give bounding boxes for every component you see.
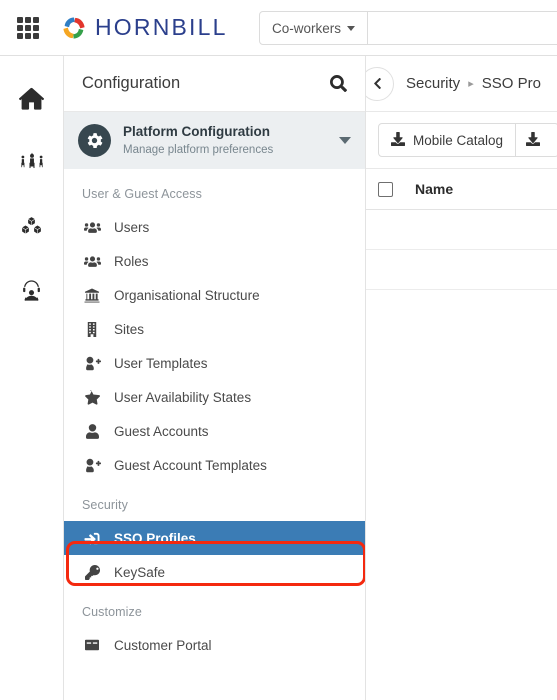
- left-nav-rail: [0, 56, 64, 700]
- column-header-name: Name: [415, 181, 454, 197]
- table-row[interactable]: [366, 250, 557, 290]
- mobile-catalog-label: Mobile Catalog: [413, 132, 504, 148]
- grid-icon: [17, 16, 39, 39]
- platform-configuration-text: Platform Configuration Manage platform p…: [123, 124, 327, 157]
- user-icon: [82, 423, 102, 439]
- breadcrumb-bar: Security ▸ SSO Pro: [366, 56, 557, 112]
- users-group-icon: [82, 254, 102, 269]
- breadcrumb-separator: ▸: [468, 78, 474, 90]
- gear-icon: [78, 124, 111, 157]
- sidebar-item-label: SSO Profiles: [114, 530, 196, 546]
- rail-item-collaboration[interactable]: [9, 142, 55, 188]
- menu-section-user-guest-access: User & Guest Access: [82, 187, 202, 201]
- user-plus-icon: [82, 356, 102, 371]
- brand[interactable]: HORNBILL: [56, 14, 228, 41]
- sidebar-item-users[interactable]: Users: [64, 210, 365, 244]
- global-search-input[interactable]: [368, 12, 557, 44]
- table-header-row: Name: [366, 168, 557, 210]
- menu-section-security: Security: [82, 498, 128, 512]
- sidebar-item-label: KeySafe: [114, 564, 166, 580]
- content-toolbar: Mobile Catalog: [366, 112, 557, 168]
- rail-item-service-manager[interactable]: [9, 206, 55, 252]
- sign-in-icon: [82, 531, 102, 546]
- platform-configuration-title: Platform Configuration: [123, 123, 270, 139]
- download-button-group: Mobile Catalog: [378, 123, 557, 157]
- users-group-icon: [82, 220, 102, 235]
- configuration-header: Configuration: [64, 56, 365, 112]
- main-content: Security ▸ SSO Pro Mobile Catalog Name: [366, 56, 557, 700]
- platform-configuration-subtitle: Manage platform preferences: [123, 143, 274, 156]
- sidebar-item-keysafe[interactable]: KeySafe: [64, 555, 365, 589]
- back-button[interactable]: [366, 66, 394, 101]
- sidebar-item-sso-profiles[interactable]: SSO Profiles: [64, 521, 365, 555]
- sidebar-item-sites[interactable]: Sites: [64, 312, 365, 346]
- breadcrumb-item-security[interactable]: Security: [406, 75, 460, 92]
- sidebar-item-label: Sites: [114, 321, 145, 337]
- window-icon: [82, 638, 102, 652]
- rail-item-home[interactable]: [9, 78, 55, 124]
- menu-section-customize: Customize: [82, 605, 142, 619]
- breadcrumb: Security ▸ SSO Pro: [406, 75, 541, 92]
- people-group-icon: [19, 150, 45, 181]
- chevron-down-icon: [347, 25, 356, 31]
- sidebar-item-label: Guest Accounts: [114, 423, 209, 439]
- hornbill-swirl-logo: [61, 15, 87, 41]
- download-icon: [526, 131, 541, 149]
- top-bar: HORNBILL Co-workers: [0, 0, 557, 56]
- sidebar-item-customer-portal[interactable]: Customer Portal: [64, 628, 365, 662]
- sidebar-item-guest-accounts[interactable]: Guest Accounts: [64, 414, 365, 448]
- page-title: Configuration: [82, 74, 181, 92]
- apps-launcher-button[interactable]: [0, 0, 56, 56]
- support-agent-icon: [19, 278, 44, 308]
- sidebar-item-label: Guest Account Templates: [114, 457, 267, 473]
- bank-icon: [82, 287, 102, 303]
- mobile-catalog-button[interactable]: Mobile Catalog: [378, 123, 517, 157]
- sidebar-item-label: Users: [114, 219, 150, 235]
- sidebar-item-label: Customer Portal: [114, 637, 212, 653]
- sidebar-item-label: User Templates: [114, 355, 208, 371]
- breadcrumb-item-sso-profiles[interactable]: SSO Pro: [482, 75, 541, 92]
- sidebar-item-user-templates[interactable]: User Templates: [64, 346, 365, 380]
- global-search-group: Co-workers: [259, 11, 557, 45]
- sidebar-item-label: User Availability States: [114, 389, 252, 405]
- search-scope-dropdown[interactable]: Co-workers: [260, 12, 369, 44]
- sidebar-item-label: Roles: [114, 253, 149, 269]
- select-all-checkbox[interactable]: [378, 181, 393, 197]
- search-scope-label: Co-workers: [272, 20, 342, 36]
- download-icon: [391, 131, 405, 149]
- user-plus-icon: [82, 458, 102, 473]
- sidebar-item-organisational-structure[interactable]: Organisational Structure: [64, 278, 365, 312]
- star-icon: [82, 389, 102, 405]
- platform-configuration-row[interactable]: Platform Configuration Manage platform p…: [64, 112, 365, 169]
- boxes-icon: [19, 214, 44, 244]
- brand-name: HORNBILL: [95, 14, 228, 40]
- search-icon[interactable]: [327, 73, 349, 95]
- building-icon: [82, 321, 102, 337]
- sidebar-item-guest-account-templates[interactable]: Guest Account Templates: [64, 448, 365, 482]
- key-icon: [82, 564, 102, 580]
- configuration-panel: Configuration Platform Configuration Man…: [64, 56, 366, 700]
- home-icon: [18, 86, 45, 116]
- sidebar-item-label: Organisational Structure: [114, 287, 260, 303]
- table-row[interactable]: [366, 210, 557, 250]
- configuration-menu: User & Guest Access Users Roles Organisa…: [64, 169, 365, 662]
- sidebar-item-roles[interactable]: Roles: [64, 244, 365, 278]
- app-window: HORNBILL Co-workers Configuration Platfo…: [0, 0, 557, 700]
- download-button[interactable]: [516, 123, 557, 157]
- chevron-down-icon[interactable]: [339, 137, 351, 144]
- sidebar-item-user-availability-states[interactable]: User Availability States: [64, 380, 365, 414]
- rail-item-support[interactable]: [9, 270, 55, 316]
